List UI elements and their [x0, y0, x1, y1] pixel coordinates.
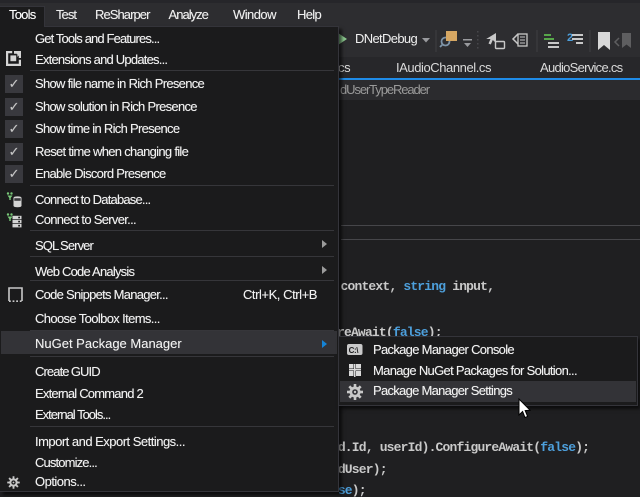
- svg-text:DNetDebug: DNetDebug: [355, 31, 417, 46]
- svg-text:C:\: C:\: [349, 346, 360, 355]
